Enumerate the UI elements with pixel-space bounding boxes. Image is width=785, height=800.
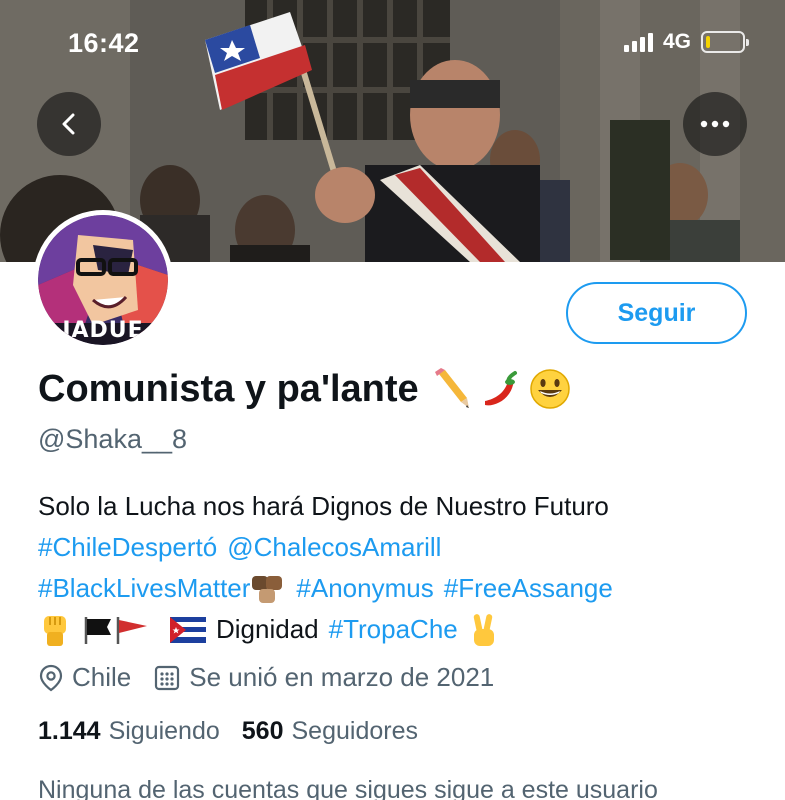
battery-icon — [701, 31, 749, 53]
followers-count: 560 — [241, 717, 284, 745]
display-name-emojis — [431, 367, 571, 411]
hashtag-link[interactable]: #ChileDespertó — [38, 527, 217, 568]
cuba-flag-icon — [170, 616, 206, 643]
more-options-button[interactable] — [683, 92, 747, 156]
raised-fists-icon — [252, 575, 283, 603]
pencil-icon — [434, 368, 469, 408]
bio-line-1: Solo la Lucha nos hará Dignos de Nuestro… — [38, 486, 758, 527]
profile-meta: Chile Se unió en marzo de 2021 — [38, 662, 516, 693]
status-bar: 16:42 4G — [0, 0, 785, 90]
location: Chile — [38, 662, 131, 693]
back-button[interactable] — [37, 92, 101, 156]
ellipsis-icon — [700, 120, 730, 128]
bio-line-4: Dignidad #TropaChe — [38, 609, 758, 650]
followers-you-know-note: Ninguna de las cuentas que sigues sigue … — [38, 776, 658, 800]
location-pin-icon — [39, 664, 63, 691]
handle: @Shaka__8 — [38, 424, 188, 454]
hashtag-link[interactable]: #FreeAssange — [444, 568, 613, 609]
bio-line-3: #BlackLivesMatter #Anonymus #FreeAssange — [38, 568, 758, 609]
hot-pepper-icon — [484, 371, 517, 406]
status-time: 16:42 — [68, 28, 140, 58]
join-date-text: Se unió en marzo de 2021 — [189, 662, 495, 692]
signal-icon — [623, 32, 653, 52]
bio-text: Solo la Lucha nos hará Dignos de Nuestro… — [38, 491, 609, 521]
avatar-image: JADUE — [38, 215, 168, 345]
victory-hand-icon — [473, 613, 494, 646]
following-count: 1.144 — [38, 717, 101, 745]
following-stat[interactable]: 1.144 Siguiendo — [38, 717, 220, 746]
join-date: Se unió en marzo de 2021 — [153, 662, 494, 693]
follow-button[interactable]: Seguir — [566, 282, 747, 344]
bio: Solo la Lucha nos hará Dignos de Nuestro… — [38, 486, 758, 650]
black-flag-icon — [84, 616, 111, 644]
bio-word: Dignidad — [216, 614, 319, 644]
hashtag-link[interactable]: #Anonymus — [296, 568, 433, 609]
follow-stats: 1.144 Siguiendo 560 Seguidores — [38, 717, 440, 746]
avatar[interactable]: JADUE — [33, 210, 173, 350]
triangular-flag-icon — [116, 616, 147, 644]
calendar-icon — [155, 665, 180, 690]
raised-fist-icon — [44, 615, 66, 646]
mention-link[interactable]: @ChalecosAmarill — [227, 527, 441, 568]
followers-label: Seguidores — [291, 717, 418, 745]
avatar-caption: JADUE — [62, 318, 144, 343]
hashtag-link[interactable]: #BlackLivesMatter — [38, 568, 250, 609]
battery-level — [706, 36, 711, 48]
bio-line-2: #ChileDespertó @ChalecosAmarill — [38, 527, 758, 568]
chevron-left-icon — [62, 113, 75, 135]
followers-stat[interactable]: 560 Seguidores — [242, 717, 418, 746]
location-text: Chile — [72, 662, 132, 692]
status-indicators: 4G — [623, 30, 749, 54]
hashtag-link[interactable]: #TropaChe — [329, 609, 458, 650]
display-name-text: Comunista y pa'lante — [38, 367, 419, 410]
grinning-face-icon — [529, 369, 570, 409]
following-label: Siguiendo — [108, 717, 220, 745]
network-type: 4G — [662, 30, 691, 53]
display-name: Comunista y pa'lante — [38, 367, 571, 411]
